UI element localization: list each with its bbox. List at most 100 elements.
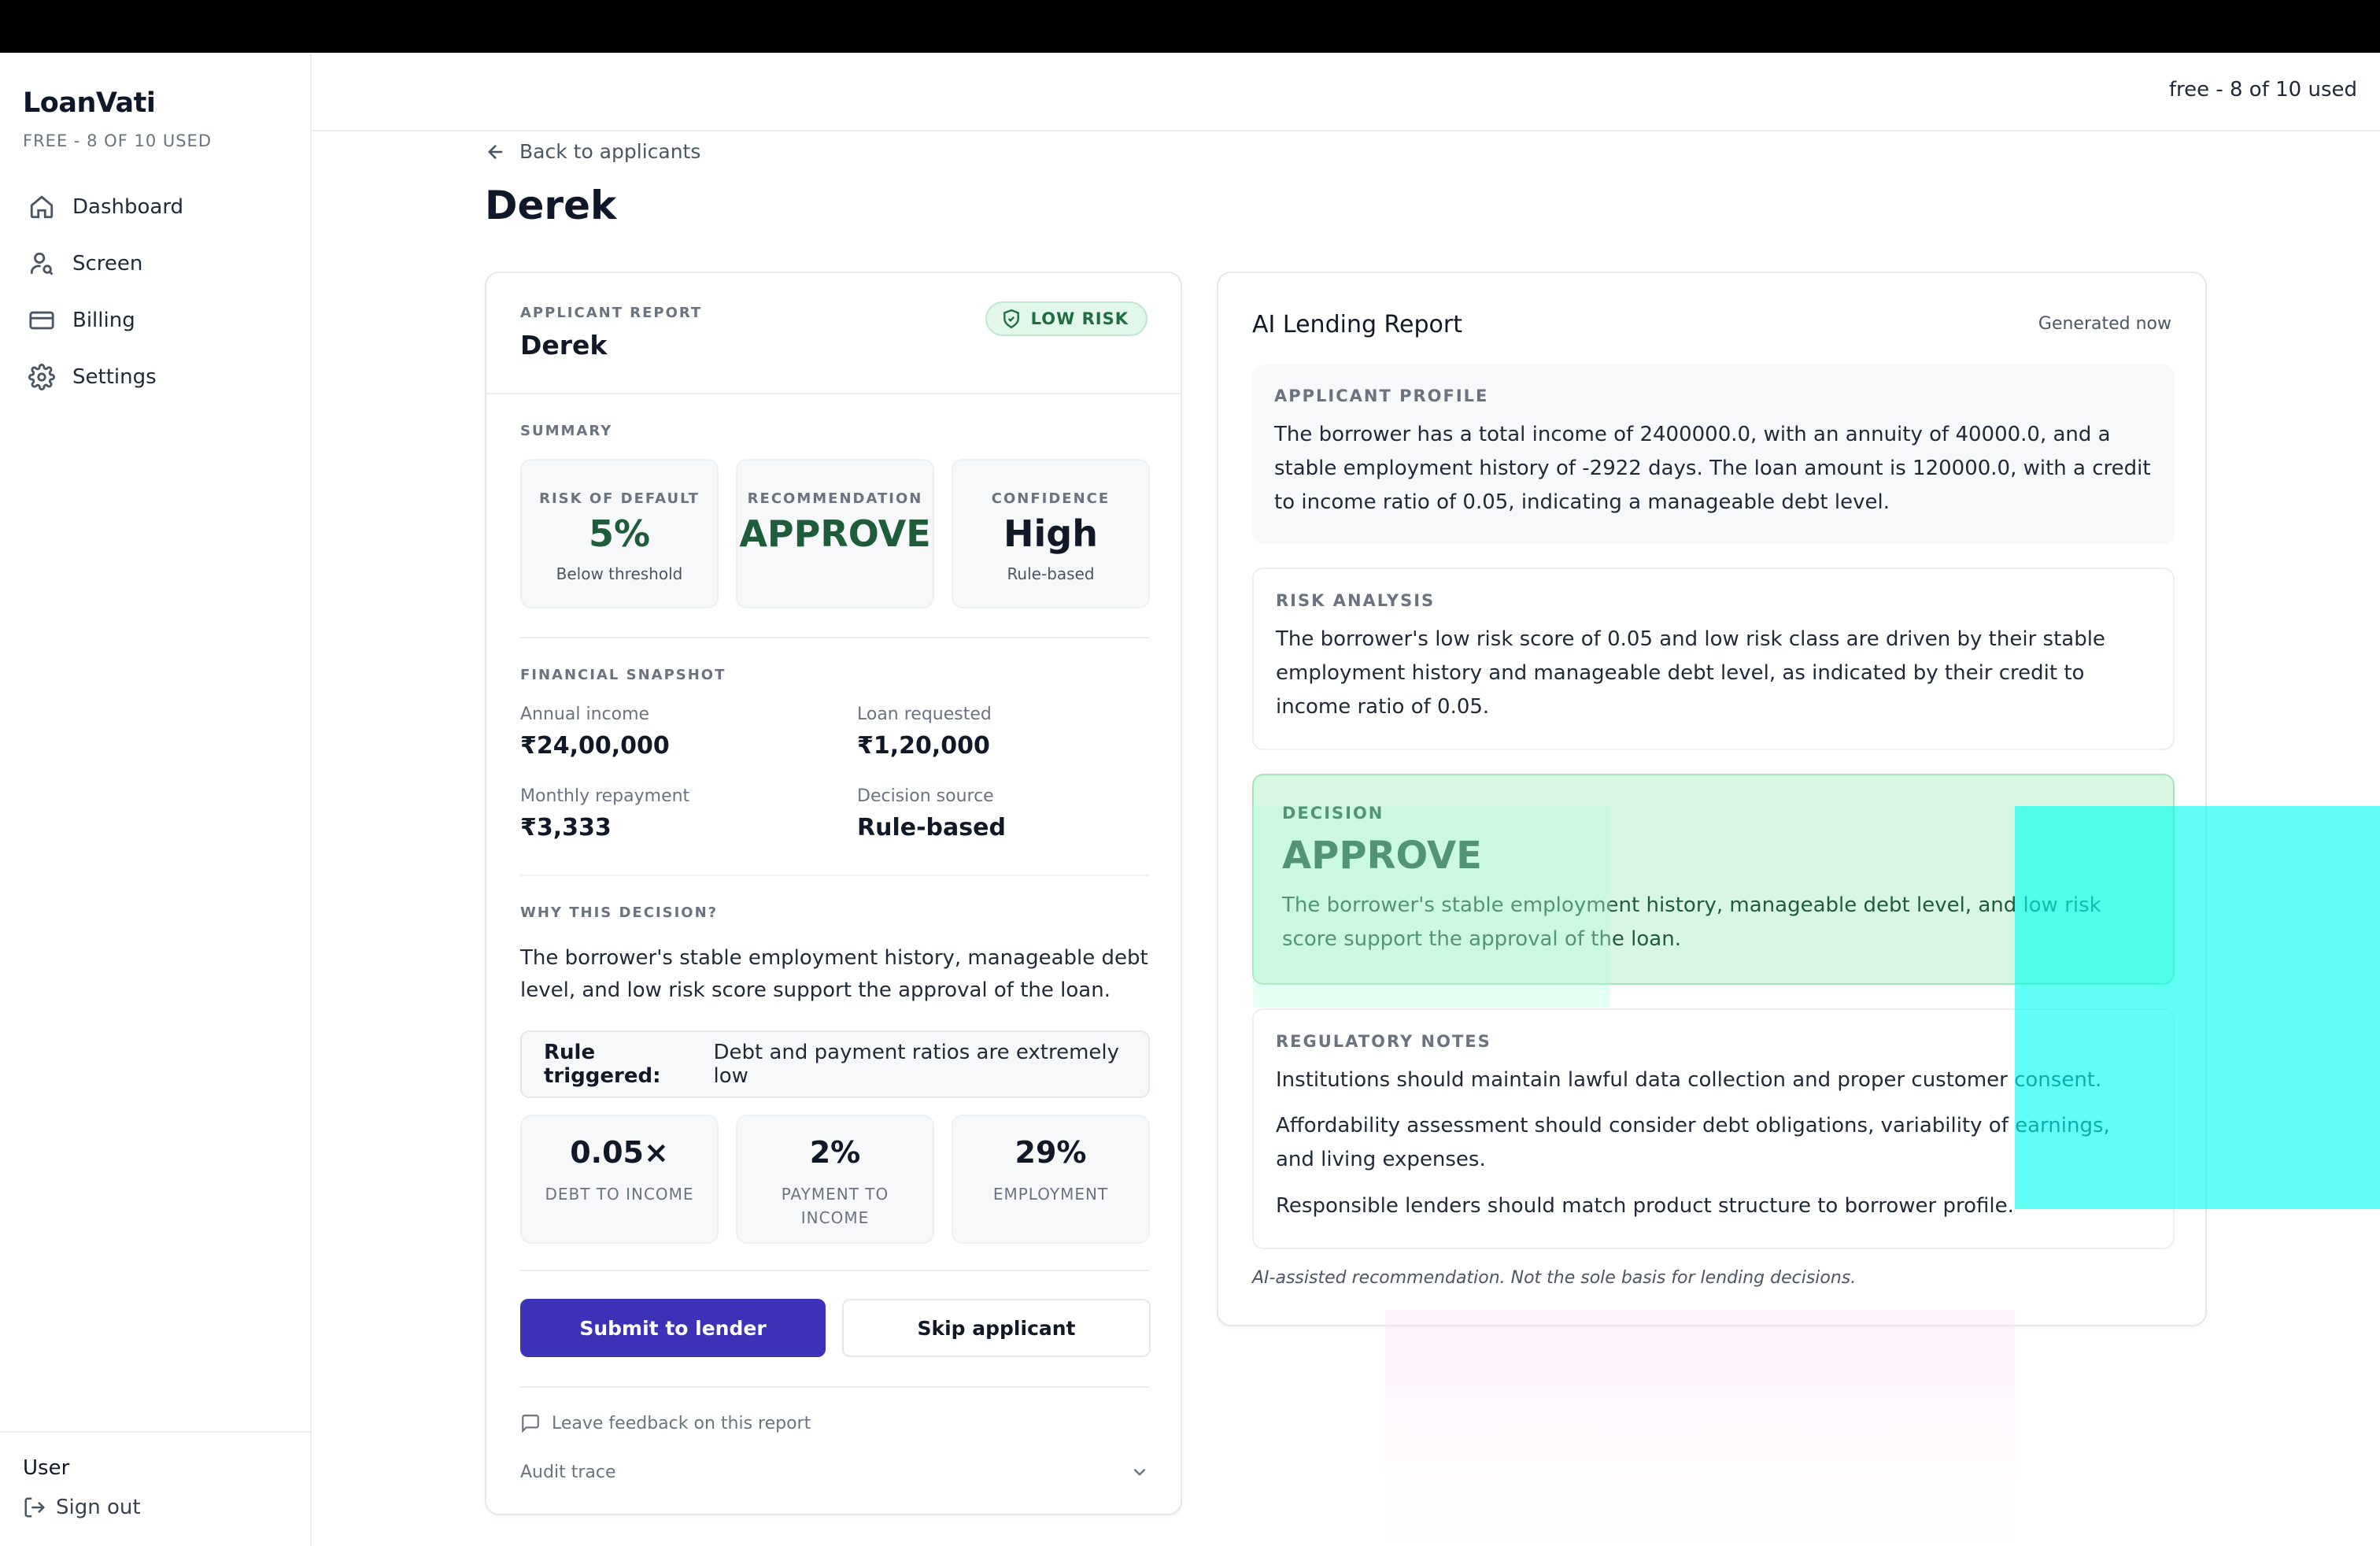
page-title: Derek — [485, 183, 617, 228]
fin-value: ₹24,00,000 — [520, 732, 670, 760]
regulatory-note: Institutions should maintain lawful data… — [1276, 1068, 2102, 1092]
sidebar-item-label: Screen — [72, 252, 143, 276]
audit-trace-toggle[interactable]: Audit trace — [520, 1462, 1150, 1482]
section-label: REGULATORY NOTES — [1276, 1032, 1491, 1051]
sidebar-item-billing[interactable]: Billing — [16, 298, 296, 342]
sidebar-item-settings[interactable]: Settings — [16, 355, 296, 399]
fin-value: Rule-based — [857, 814, 1006, 841]
ratio-metrics: 0.05× DEBT TO INCOME 2% PAYMENT TO INCOM… — [520, 1115, 1150, 1244]
annual-income: Annual income ₹24,00,000 — [520, 705, 835, 760]
metric-value: 2% — [809, 1135, 861, 1170]
ai-lending-report-card: AI Lending Report Generated now APPLICAN… — [1217, 272, 2207, 1326]
sidebar-nav: Dashboard Screen Billing Settings — [16, 185, 296, 412]
stat-value: APPROVE — [739, 512, 931, 555]
leave-feedback-link[interactable]: Leave feedback on this report — [520, 1413, 811, 1433]
debt-to-income-metric: 0.05× DEBT TO INCOME — [520, 1115, 719, 1244]
message-square-icon — [522, 1415, 539, 1433]
gear-icon — [28, 364, 55, 390]
skip-applicant-button[interactable]: Skip applicant — [842, 1299, 1151, 1357]
plan-badge: FREE - 8 OF 10 USED — [23, 131, 212, 150]
section-label: DECISION — [1282, 804, 1384, 823]
regulatory-notes-section: REGULATORY NOTES Institutions should mai… — [1252, 1008, 2175, 1249]
top-black-bar — [0, 0, 2380, 53]
top-header: free - 8 of 10 used — [312, 53, 2380, 131]
decision-value: APPROVE — [1282, 834, 1482, 878]
sidebar-item-label: Dashboard — [72, 195, 184, 219]
arrow-left-icon — [488, 144, 503, 159]
sidebar-item-label: Settings — [72, 365, 157, 389]
loan-requested: Loan requested ₹1,20,000 — [857, 705, 1172, 760]
fin-label: Monthly repayment — [520, 786, 690, 806]
payment-to-income-metric: 2% PAYMENT TO INCOME — [736, 1115, 934, 1244]
section-text: The borrower has a total income of 24000… — [1274, 423, 2151, 514]
fin-label: Annual income — [520, 705, 650, 724]
app-logo[interactable]: LoanVati — [23, 87, 156, 119]
recommendation-stat: RECOMMENDATION APPROVE — [736, 459, 934, 608]
rule-prefix: Rule triggered: — [544, 1041, 661, 1088]
section-label: RISK ANALYSIS — [1276, 591, 1436, 610]
user-search-icon — [30, 252, 54, 276]
sidebar-item-dashboard[interactable]: Dashboard — [16, 185, 296, 229]
metric-label: PAYMENT TO INCOME — [781, 1185, 889, 1227]
section-divider — [520, 1386, 1150, 1388]
regulatory-note: Affordability assessment should consider… — [1276, 1114, 2110, 1171]
section-divider — [520, 1270, 1150, 1271]
metric-label: EMPLOYMENT — [992, 1185, 1109, 1204]
ai-report-title: AI Lending Report — [1252, 311, 1462, 338]
financial-snapshot-label: FINANCIAL SNAPSHOT — [520, 667, 726, 683]
generated-timestamp: Generated now — [2038, 314, 2171, 334]
shield-check-icon — [1003, 309, 1019, 329]
sign-out-button[interactable]: Sign out — [23, 1496, 141, 1519]
stat-label: RECOMMENDATION — [747, 490, 923, 507]
section-text: The borrower's low risk score of 0.05 an… — [1276, 627, 2105, 719]
metric-value: 29% — [1014, 1135, 1087, 1170]
section-divider — [520, 637, 1150, 638]
regulatory-note: Responsible lenders should match product… — [1276, 1194, 2014, 1218]
metric-label: DEBT TO INCOME — [545, 1185, 694, 1204]
submit-to-lender-button[interactable]: Submit to lender — [520, 1299, 826, 1357]
rule-text: Debt and payment ratios are extremely lo… — [713, 1041, 1119, 1088]
fin-label: Loan requested — [857, 705, 992, 724]
usage-indicator: free - 8 of 10 used — [2168, 78, 2357, 102]
section-label: APPLICANT PROFILE — [1274, 386, 1489, 405]
pink-overlay — [1385, 1310, 2015, 1546]
why-decision-label: WHY THIS DECISION? — [520, 904, 719, 921]
decision-section: DECISION APPROVE The borrower's stable e… — [1252, 774, 2175, 985]
ai-disclaimer: AI-assisted recommendation. Not the sole… — [1252, 1268, 1857, 1288]
sign-out-label: Sign out — [56, 1496, 141, 1519]
decision-source: Decision source Rule-based — [857, 786, 1172, 841]
stat-sub: Below threshold — [556, 564, 683, 583]
applicant-profile-section: APPLICANT PROFILE The borrower has a tot… — [1252, 364, 2175, 544]
section-divider — [520, 875, 1150, 876]
risk-badge: LOW RISK — [985, 301, 1148, 336]
applicant-name: Derek — [520, 330, 608, 361]
risk-of-default-stat: RISK OF DEFAULT 5% Below threshold — [520, 459, 719, 608]
back-to-applicants-link[interactable]: Back to applicants — [485, 140, 700, 163]
monthly-repayment: Monthly repayment ₹3,333 — [520, 786, 835, 841]
why-decision-text: The borrower's stable employment history… — [520, 946, 1148, 1002]
back-link-label: Back to applicants — [519, 140, 701, 163]
metric-value: 0.05× — [570, 1135, 669, 1170]
risk-badge-label: LOW RISK — [1030, 309, 1129, 328]
risk-analysis-section: RISK ANALYSIS The borrower's low risk sc… — [1252, 568, 2175, 750]
stat-sub: Rule-based — [1007, 564, 1095, 583]
section-divider — [486, 393, 1181, 394]
stat-label: RISK OF DEFAULT — [539, 490, 700, 507]
confidence-stat: CONFIDENCE High Rule-based — [952, 459, 1150, 608]
applicant-report-eyebrow: APPLICANT REPORT — [520, 305, 703, 321]
sidebar: LoanVati FREE - 8 OF 10 USED Dashboard S… — [0, 53, 312, 1546]
user-name: User — [23, 1456, 70, 1480]
applicant-report-card: APPLICANT REPORT Derek LOW RISK SUMMARY … — [485, 272, 1182, 1515]
rule-triggered: Rule triggered: Debt and payment ratios … — [520, 1030, 1150, 1098]
fin-value: ₹3,333 — [520, 814, 612, 841]
fin-label: Decision source — [857, 786, 994, 806]
stat-value: 5% — [588, 512, 651, 555]
summary-stats: RISK OF DEFAULT 5% Below threshold RECOM… — [520, 459, 1150, 608]
sidebar-item-screen[interactable]: Screen — [16, 242, 296, 286]
chevron-down-icon — [1133, 1468, 1146, 1476]
sign-out-icon — [24, 1497, 46, 1518]
audit-trace-label: Audit trace — [520, 1462, 616, 1482]
summary-label: SUMMARY — [520, 423, 613, 439]
credit-card-icon — [29, 311, 54, 330]
section-text: The borrower's stable employment history… — [1282, 893, 2101, 951]
